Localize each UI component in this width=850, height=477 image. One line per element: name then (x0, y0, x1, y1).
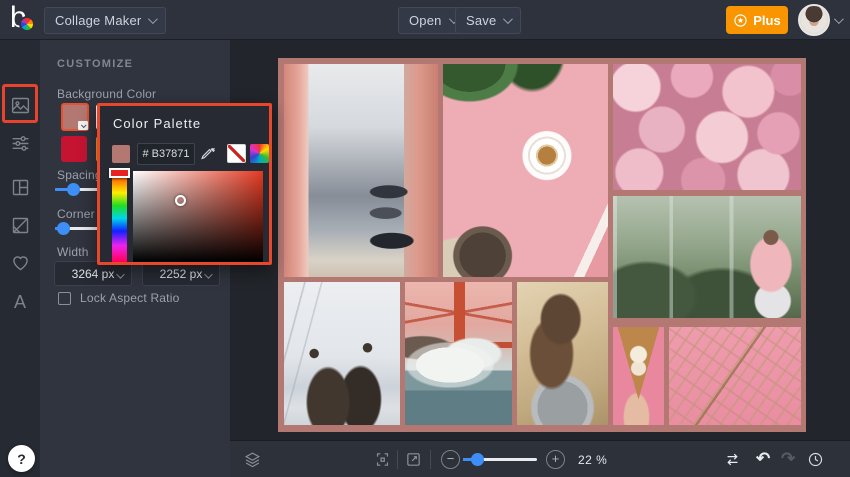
save-label: Save (466, 13, 496, 28)
app-menu-button[interactable]: Collage Maker (44, 7, 166, 34)
save-button[interactable]: Save (455, 7, 521, 34)
star-badge-icon (733, 13, 748, 28)
zoom-slider-knob[interactable] (471, 453, 484, 466)
stepper-chevron-icon[interactable] (204, 270, 212, 278)
open-in-new-icon (405, 451, 422, 468)
fit-screen-icon (374, 451, 391, 468)
corner-radius-slider-knob[interactable] (57, 222, 70, 235)
sidebar-item-image-manager[interactable] (0, 88, 40, 122)
open-in-new-button[interactable] (405, 451, 422, 468)
befunky-logo[interactable]: b (10, 3, 42, 37)
sidebar-item-favorites[interactable] (0, 245, 40, 279)
swatch-red[interactable] (61, 136, 87, 162)
collage[interactable] (278, 58, 806, 432)
undo-button[interactable]: ↶ (756, 449, 770, 469)
no-color-button[interactable] (227, 144, 246, 163)
sidebar-item-patterns[interactable] (0, 208, 40, 242)
app-menu-label: Collage Maker (55, 13, 141, 28)
collage-photo-woman[interactable] (517, 282, 608, 425)
lock-aspect-label: Lock Aspect Ratio (80, 291, 179, 305)
collage-photo-plant-coffee[interactable] (443, 64, 608, 277)
background-color-label: Background Color (57, 87, 156, 101)
collage-photo-flowers[interactable] (613, 64, 801, 190)
layout-grid-icon (10, 177, 31, 198)
shuffle-icon (724, 451, 741, 468)
plus-upgrade-button[interactable]: Plus (726, 6, 788, 34)
width-label: Width (57, 245, 89, 259)
collage-photo-bridge[interactable] (405, 282, 512, 425)
popup-title: Color Palette (113, 116, 201, 131)
topbar: b Collage Maker Open Save Plus (0, 0, 850, 40)
panel-header: CUSTOMIZE (57, 58, 133, 70)
color-picker-handle[interactable] (175, 195, 186, 206)
history-clock-icon (807, 451, 824, 468)
history-button[interactable] (807, 451, 824, 468)
hue-strip[interactable] (112, 171, 127, 262)
chevron-down-icon (503, 14, 513, 24)
text-icon: A (14, 292, 26, 313)
eyedropper-icon (200, 145, 217, 162)
height-value: 2252 px (160, 267, 203, 281)
stepper-chevron-icon[interactable] (116, 270, 124, 278)
saturation-area[interactable] (133, 171, 263, 262)
collage-photo-girls-peace[interactable] (284, 282, 400, 425)
width-value: 3264 px (72, 267, 115, 281)
layers-button[interactable] (244, 451, 261, 468)
help-button[interactable]: ? (8, 445, 35, 472)
sidebar-rail: A (0, 40, 40, 477)
chevron-down-icon (148, 14, 158, 24)
avatar[interactable] (798, 4, 830, 36)
sliders-icon (10, 133, 31, 154)
sidebar-item-layouts[interactable] (0, 170, 40, 204)
collage-photo-palm-leaf[interactable] (669, 327, 801, 425)
spacing-slider-knob[interactable] (67, 183, 80, 196)
layers-icon (244, 451, 261, 468)
sidebar-item-text[interactable]: A (0, 285, 40, 319)
current-color-swatch (112, 145, 130, 163)
fit-to-screen-button[interactable] (374, 451, 391, 468)
spacing-label: Spacing (57, 168, 102, 182)
undo-icon: ↶ (756, 449, 770, 469)
swatch-selected[interactable] (61, 103, 89, 131)
swatch-chevron-badge[interactable] (78, 121, 88, 130)
rainbow-palette-button[interactable] (250, 144, 269, 163)
lock-aspect-checkbox[interactable] (58, 292, 71, 305)
zoom-out-button[interactable]: − (441, 450, 460, 469)
image-icon (10, 95, 31, 116)
collage-photo-ice-cream[interactable] (613, 327, 664, 425)
zoom-in-button[interactable]: + (546, 450, 565, 469)
shuffle-button[interactable] (724, 451, 741, 468)
logo-color-wheel-icon (19, 16, 35, 32)
eyedropper-button[interactable] (200, 145, 217, 162)
sidebar-item-customize[interactable] (0, 126, 40, 160)
redo-button[interactable]: ↷ (781, 449, 795, 469)
zoom-slider[interactable] (463, 458, 537, 461)
collage-photo-greenhouse[interactable] (613, 196, 801, 318)
bottombar: − + 22 % ↶ ↷ (230, 440, 850, 477)
hex-color-input[interactable] (137, 143, 195, 165)
lock-aspect-row: Lock Aspect Ratio (58, 291, 179, 305)
avatar-chevron-down-icon[interactable] (834, 14, 844, 24)
heart-icon (10, 252, 31, 273)
canvas-area[interactable] (230, 40, 850, 440)
open-label: Open (409, 13, 442, 28)
hue-selector[interactable] (109, 168, 130, 178)
help-label: ? (17, 451, 26, 467)
redo-icon: ↷ (781, 449, 795, 469)
zoom-level: 22 % (578, 453, 607, 467)
color-palette-popup: Color Palette (97, 103, 272, 265)
collage-photo-street[interactable] (284, 64, 438, 277)
plus-label: Plus (753, 13, 780, 28)
pattern-icon (10, 215, 31, 236)
